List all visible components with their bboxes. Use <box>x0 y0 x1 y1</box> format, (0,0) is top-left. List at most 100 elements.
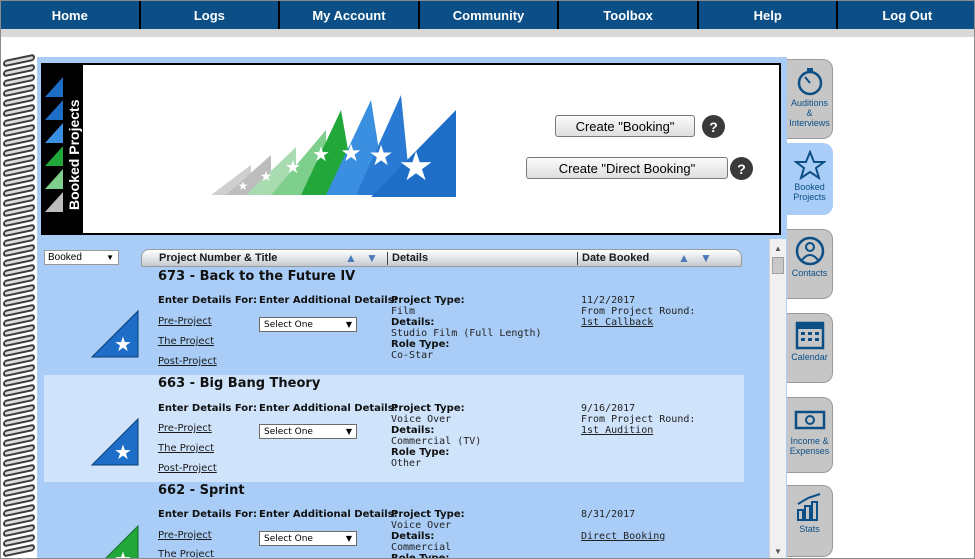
list-scrollbar[interactable]: ▲ ▼ <box>769 239 786 558</box>
additional-details-select[interactable]: Select One ▼ <box>259 531 357 546</box>
round-link[interactable]: 1st Audition <box>581 425 653 436</box>
status-filter-value: Booked <box>48 252 82 263</box>
role-type-label: Role Type: <box>391 447 450 458</box>
create-booking-button[interactable]: Create "Booking" <box>555 115 695 137</box>
role-type-value: Other <box>391 458 422 469</box>
tab-label: Booked Projects <box>793 182 826 202</box>
column-header: Project Number & Title ▲ ▼ Details Date … <box>141 249 742 267</box>
details-value: Commercial <box>391 542 452 553</box>
post-project-link[interactable]: Post-Project <box>158 356 217 367</box>
tab-label: Stats <box>799 524 820 534</box>
role-type-label: Role Type: <box>391 339 450 350</box>
booked-star-icon: ★ <box>90 309 139 358</box>
booked-star-icon: ★ <box>105 524 139 559</box>
scroll-down-icon[interactable]: ▼ <box>770 544 786 558</box>
tab-calendar[interactable]: Calendar <box>787 313 833 383</box>
from-round-label: From Project Round: <box>581 306 696 317</box>
project-type-label: Project Type: <box>391 295 465 306</box>
sort-up-icon[interactable]: ▲ <box>343 251 359 265</box>
date-booked-value: 8/31/2017 <box>581 509 636 520</box>
nav-home[interactable]: Home <box>1 1 141 29</box>
details-label: Details: <box>391 531 435 542</box>
column-date-booked: Date Booked <box>582 252 650 264</box>
additional-details-select[interactable]: Select One ▼ <box>259 317 357 332</box>
nav-underbar <box>1 29 974 37</box>
create-direct-booking-button[interactable]: Create "Direct Booking" <box>526 157 728 179</box>
project-row: 673 - Back to the Future IV ★ Enter Deta… <box>44 267 744 374</box>
banner-title: Booked Projects <box>66 99 82 211</box>
status-filter-select[interactable]: Booked ▼ <box>44 250 119 265</box>
nav-log-out[interactable]: Log Out <box>838 1 974 29</box>
sort-up-icon[interactable]: ▲ <box>676 251 692 265</box>
details-value: Studio Film (Full Length) <box>391 328 542 339</box>
chevron-down-icon: ▼ <box>345 534 352 543</box>
tab-stats[interactable]: Stats <box>787 485 833 557</box>
nav-my-account[interactable]: My Account <box>280 1 420 29</box>
post-project-link[interactable]: Post-Project <box>158 463 217 474</box>
svg-text:★: ★ <box>398 145 434 189</box>
select-value: Select One <box>264 319 313 330</box>
date-booked-value: 9/16/2017 <box>581 403 636 414</box>
from-round-label: From Project Round: <box>581 414 696 425</box>
section-tabs: Auditions & Interviews Booked Projects C… <box>787 57 835 558</box>
svg-text:★: ★ <box>312 144 330 166</box>
booked-star-icon: ★ <box>90 417 139 466</box>
tab-auditions-interviews[interactable]: Auditions & Interviews <box>787 59 833 139</box>
role-type-value: Co-Star <box>391 350 434 361</box>
round-link[interactable]: Direct Booking <box>581 531 665 542</box>
project-type-label: Project Type: <box>391 509 465 520</box>
sort-down-icon[interactable]: ▼ <box>364 251 380 265</box>
svg-text:★: ★ <box>114 549 132 559</box>
select-value: Select One <box>264 533 313 544</box>
tab-label: Income & Expenses <box>789 436 830 456</box>
calendar-icon <box>795 321 824 350</box>
column-divider <box>577 252 578 265</box>
chevron-down-icon: ▼ <box>345 427 352 436</box>
sort-down-icon[interactable]: ▼ <box>698 251 714 265</box>
nav-community[interactable]: Community <box>420 1 560 29</box>
tab-label: Auditions & Interviews <box>789 98 830 128</box>
round-link[interactable]: 1st Callback <box>581 317 653 328</box>
tab-contacts[interactable]: Contacts <box>787 229 833 299</box>
column-title: Project Number & Title <box>159 252 278 264</box>
nav-toolbox[interactable]: Toolbox <box>559 1 699 29</box>
svg-text:★: ★ <box>260 168 273 184</box>
top-nav: Home Logs My Account Community Toolbox H… <box>1 1 974 29</box>
select-value: Select One <box>264 426 313 437</box>
enter-details-label: Enter Details For: <box>158 509 258 520</box>
details-value: Commercial (TV) <box>391 436 482 447</box>
enter-additional-label: Enter Additional Details: <box>259 509 398 520</box>
enter-details-label: Enter Details For: <box>158 403 258 414</box>
pre-project-link[interactable]: Pre-Project <box>158 530 212 541</box>
the-project-link[interactable]: The Project <box>158 443 214 454</box>
app-frame: Home Logs My Account Community Toolbox H… <box>0 0 975 559</box>
column-details: Details <box>392 252 429 264</box>
create-booking-help-button[interactable]: ? <box>702 115 725 138</box>
nav-logs[interactable]: Logs <box>141 1 281 29</box>
svg-text:★: ★ <box>238 179 249 193</box>
svg-text:★: ★ <box>114 442 132 464</box>
enter-details-label: Enter Details For: <box>158 295 258 306</box>
booked-stars-icon: ★ ★ ★ ★ ★ ★ ★ <box>211 95 456 197</box>
project-type-value: Film <box>391 306 416 317</box>
nav-help[interactable]: Help <box>699 1 839 29</box>
person-icon <box>795 236 824 266</box>
project-row: 663 - Big Bang Theory ★ Enter Details Fo… <box>44 375 744 482</box>
project-type-value: Voice Over <box>391 520 452 531</box>
scroll-up-icon[interactable]: ▲ <box>770 241 786 255</box>
pre-project-link[interactable]: Pre-Project <box>158 423 212 434</box>
spiral-binding <box>1 53 41 558</box>
additional-details-select[interactable]: Select One ▼ <box>259 424 357 439</box>
scroll-thumb[interactable] <box>772 257 784 274</box>
the-project-link[interactable]: The Project <box>158 549 214 558</box>
tab-income-expenses[interactable]: Income & Expenses <box>787 397 833 473</box>
tab-booked-projects[interactable]: Booked Projects <box>787 143 833 215</box>
stopwatch-icon <box>797 68 822 96</box>
details-label: Details: <box>391 317 435 328</box>
role-type-label: Role Type: <box>391 553 450 559</box>
pre-project-link[interactable]: Pre-Project <box>158 316 212 327</box>
tab-label: Calendar <box>791 352 828 362</box>
the-project-link[interactable]: The Project <box>158 336 214 347</box>
svg-text:★: ★ <box>285 157 301 177</box>
create-direct-booking-help-button[interactable]: ? <box>730 157 753 180</box>
